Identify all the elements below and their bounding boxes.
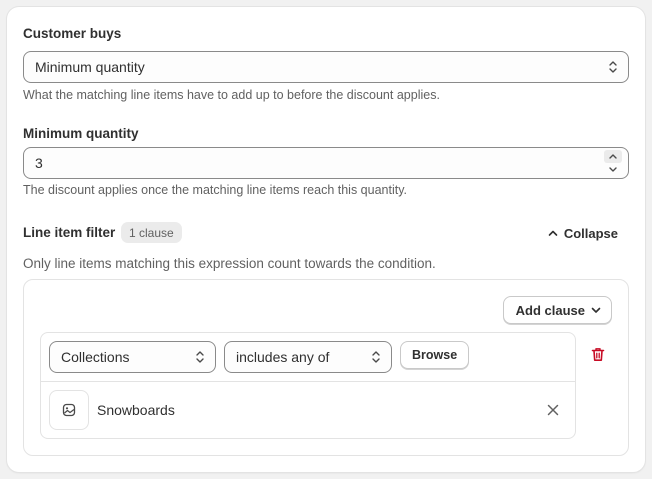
increment-icon[interactable]: [604, 150, 622, 163]
discount-condition-card: Customer buys Minimum quantity What the …: [7, 7, 645, 472]
item-label: Snowboards: [97, 402, 175, 418]
browse-button[interactable]: Browse: [400, 341, 470, 369]
clause-field-select[interactable]: Collections: [49, 341, 216, 373]
select-chevron-icon: [608, 60, 618, 74]
clause-row: Collections includes any of Browse Snowb…: [40, 332, 576, 439]
decrement-icon[interactable]: [604, 163, 622, 176]
delete-clause-icon[interactable]: [591, 347, 605, 362]
minimum-quantity-value: 3: [35, 155, 43, 171]
image-icon: [49, 390, 89, 430]
chevron-up-icon: [548, 230, 558, 236]
customer-buys-value: Minimum quantity: [35, 59, 145, 75]
clause-controls: Collections includes any of Browse: [41, 333, 575, 382]
clause-count-badge: 1 clause: [121, 222, 182, 243]
collapse-button[interactable]: Collapse: [548, 223, 618, 243]
add-clause-button[interactable]: Add clause: [502, 296, 612, 324]
quantity-stepper[interactable]: [604, 150, 622, 176]
customer-buys-help: What the matching line items have to add…: [23, 88, 440, 102]
clause-field-value: Collections: [61, 349, 130, 365]
line-item-filter-description: Only line items matching this expression…: [23, 256, 436, 271]
list-item: Snowboards: [49, 390, 567, 430]
add-clause-label: Add clause: [515, 302, 585, 318]
select-chevron-icon: [371, 350, 381, 364]
minimum-quantity-field[interactable]: 3: [23, 147, 629, 179]
expression-builder: Add clause Collections includes any of B…: [23, 279, 629, 456]
customer-buys-label: Customer buys: [23, 26, 122, 41]
chevron-down-icon: [591, 307, 601, 313]
select-chevron-icon: [195, 350, 205, 364]
minimum-quantity-help: The discount applies once the matching l…: [23, 183, 408, 197]
customer-buys-select[interactable]: Minimum quantity: [23, 51, 629, 83]
collapse-label: Collapse: [563, 225, 618, 241]
close-icon[interactable]: [547, 404, 559, 416]
clause-operator-value: includes any of: [236, 349, 330, 365]
minimum-quantity-label: Minimum quantity: [23, 126, 139, 141]
clause-operator-select[interactable]: includes any of: [224, 341, 392, 373]
line-item-filter-title: Line item filter: [23, 225, 116, 240]
